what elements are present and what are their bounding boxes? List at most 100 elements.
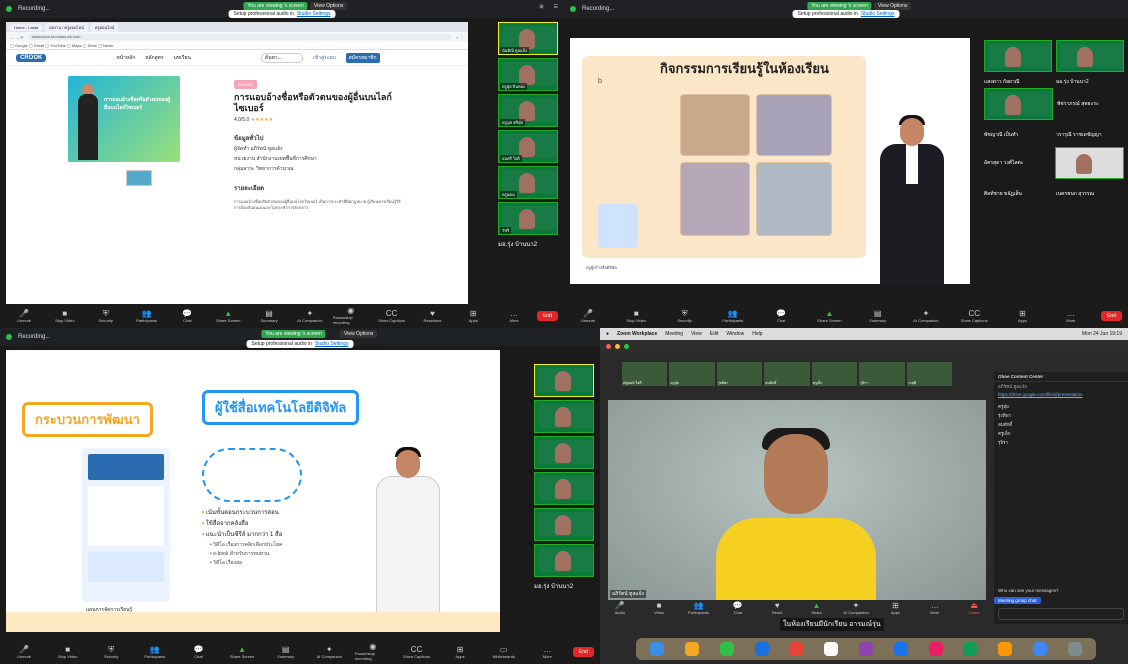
participants-button[interactable]: 👥 Participants — [129, 309, 165, 323]
view-options-button[interactable]: View Options — [310, 2, 348, 10]
captions-button[interactable]: CC Show Captions — [956, 309, 992, 323]
menu-item[interactable]: Edit — [710, 331, 719, 337]
app-icon[interactable] — [963, 642, 978, 656]
share-screen-button[interactable]: ▲ Share Screen — [224, 645, 260, 659]
participant-grid[interactable]: แสงดาว กัลยาณี มอ.รุ่ง บ้านนา2 พัชราภรณ์ … — [984, 40, 1124, 206]
participant-tile[interactable] — [534, 508, 594, 541]
chat-button[interactable]: 💬 Chat — [763, 309, 799, 323]
chat-recipient-select[interactable]: Meeting group chat — [994, 597, 1041, 604]
login-link[interactable]: เข้าสู่ระบบ — [313, 54, 336, 62]
participant-thumb[interactable]: วาสุดี — [906, 362, 952, 386]
security-button[interactable]: ⛨ Security — [88, 309, 124, 323]
mic-button[interactable]: 🎤 Unmute — [570, 309, 606, 323]
record-button[interactable]: ◉ Pause/stop recording — [333, 307, 369, 326]
security-button[interactable]: ⛨ Security — [93, 645, 129, 659]
view-options-button[interactable]: View Options — [874, 2, 912, 10]
site-logo[interactable]: CROOK — [16, 53, 47, 62]
video-button[interactable]: ■ Stop Video — [47, 309, 83, 323]
end-button[interactable]: End — [536, 311, 558, 321]
video-button[interactable]: ■ Stop Video — [50, 645, 86, 659]
menu-item[interactable]: Meeting — [665, 331, 683, 337]
video-button[interactable]: ■ Video — [641, 601, 677, 615]
close-icon[interactable] — [606, 343, 611, 349]
music-icon[interactable] — [928, 642, 943, 656]
apps-button[interactable]: ⊞ Apps — [877, 601, 913, 615]
menu-item[interactable]: Window — [726, 331, 744, 337]
minimize-icon[interactable] — [615, 343, 620, 349]
studio-settings-link[interactable]: Studio Settings — [861, 11, 895, 17]
apps-button[interactable]: ⊞ Apps — [1005, 309, 1041, 323]
summary-button[interactable]: ▤ Summary — [251, 309, 287, 323]
menu-item[interactable]: Help — [752, 331, 762, 337]
app-icon[interactable] — [998, 642, 1013, 656]
menu-item[interactable]: View — [691, 331, 702, 337]
messages-icon[interactable] — [719, 642, 734, 656]
participant-thumb[interactable]: สมศักดิ์ — [764, 362, 810, 386]
apple-icon[interactable]: ● — [606, 331, 609, 337]
setup-audio-banner[interactable]: Setup professional audio in Studio Settin… — [246, 340, 354, 348]
share-screen-button[interactable]: ▲ Share Screen — [811, 309, 847, 323]
participant-tile[interactable] — [534, 400, 594, 433]
menu-item[interactable]: Zoom Workplace — [617, 331, 657, 337]
participant-tile[interactable]: ครูนุช ศรีสุข — [498, 94, 558, 127]
window-controls[interactable]: ⊞ ☰ — [539, 4, 558, 10]
view-options-button[interactable]: View Options — [340, 330, 378, 338]
studio-settings-link[interactable]: Studio Settings — [297, 11, 331, 17]
app-icon[interactable] — [789, 642, 804, 656]
record-button[interactable]: ◉ Pause/stop recording — [355, 643, 391, 662]
more-button[interactable]: … More — [917, 601, 953, 615]
participant-tile[interactable] — [1055, 147, 1124, 179]
app-icon[interactable] — [1032, 642, 1047, 656]
search-input[interactable]: ค้นหา... — [260, 52, 303, 63]
apps-button[interactable]: ⊞ Apps — [442, 645, 478, 659]
ai-companion-button[interactable]: ✦ AI Companion — [292, 309, 328, 323]
browser-tab[interactable]: Home - Lanta — [10, 23, 43, 31]
register-button[interactable]: สมัครสมาชิก — [345, 52, 380, 63]
nav-link[interactable]: หลักสูตร — [145, 54, 163, 62]
participant-thumb[interactable]: ครูเล็ก — [811, 362, 858, 386]
participant-thumbnails[interactable]: ณัฐพงษ์ ใจดี ครูอุ๋ย รุ่งทิพา สมศักดิ์ ค… — [622, 362, 952, 386]
calendar-icon[interactable] — [824, 642, 839, 656]
participant-strip[interactable]: มอ.รุ่ง บ้านนา2 — [534, 364, 594, 591]
participant-thumb[interactable]: รุจิรา — [859, 362, 905, 386]
participants-button[interactable]: 👥 Participants — [680, 601, 716, 615]
share-button[interactable]: ▲ Share — [799, 601, 835, 615]
security-button[interactable]: ⛨ Security — [667, 309, 703, 323]
url-bar[interactable]: classroom.kroobannok.com — [27, 34, 452, 40]
chat-input[interactable] — [998, 608, 1124, 620]
participant-tile[interactable] — [1056, 40, 1124, 72]
nav-link[interactable]: หน้าหลัก — [116, 54, 135, 62]
participant-tile[interactable]: นันทิณี ทูลแจ้ง — [498, 22, 558, 55]
ai-companion-button[interactable]: ✦ AI Companion — [908, 309, 944, 323]
participant-tile[interactable] — [534, 364, 594, 397]
participant-strip[interactable]: นันทิณี ทูลแจ้ง ครูอุ๋ย ปิ่นทอง ครูนุช ศ… — [498, 22, 558, 249]
trash-icon[interactable] — [1067, 642, 1082, 656]
participant-thumb[interactable]: ณัฐพงษ์ ใจดี — [622, 362, 668, 386]
chat-button[interactable]: 💬 Chat — [180, 645, 216, 659]
leave-button[interactable]: ⏏ Leave — [956, 601, 992, 615]
participants-button[interactable]: 👥 Participants — [137, 645, 173, 659]
captions-button[interactable]: CC Show Captions — [374, 309, 410, 323]
participant-tile[interactable] — [534, 472, 594, 505]
end-button[interactable]: End — [1101, 311, 1122, 321]
finder-icon[interactable] — [650, 642, 665, 656]
browser-tab[interactable]: ครูออนไลน์ — [90, 22, 119, 32]
browser-tab[interactable]: ผลงาน / ครูออนไลน์ — [45, 22, 88, 32]
more-button[interactable]: … More — [529, 645, 565, 659]
setup-audio-banner[interactable]: Setup professional audio in Studio Settin… — [792, 10, 900, 18]
nav-link[interactable]: บทเรียน — [174, 54, 191, 62]
participant-tile[interactable] — [534, 436, 594, 469]
app-icon[interactable] — [858, 642, 873, 656]
studio-settings-link[interactable]: Studio Settings — [315, 341, 349, 347]
participant-tile[interactable]: สมศรี ใจดี — [498, 130, 558, 163]
ai-companion-button[interactable]: ✦ AI Companion — [838, 601, 874, 615]
participant-tile[interactable] — [534, 544, 594, 577]
end-button[interactable]: End — [572, 647, 594, 657]
audio-button[interactable]: 🎤 Audio — [602, 601, 638, 615]
chat-button[interactable]: 💬 Chat — [169, 309, 205, 323]
whiteboards-button[interactable]: ▭ Whiteboards — [486, 645, 522, 659]
maximize-icon[interactable] — [624, 343, 629, 349]
video-button[interactable]: ■ Stop Video — [618, 309, 654, 323]
participant-tile[interactable] — [984, 88, 1053, 120]
reactions-button[interactable]: ♥ Reactions — [414, 309, 450, 323]
